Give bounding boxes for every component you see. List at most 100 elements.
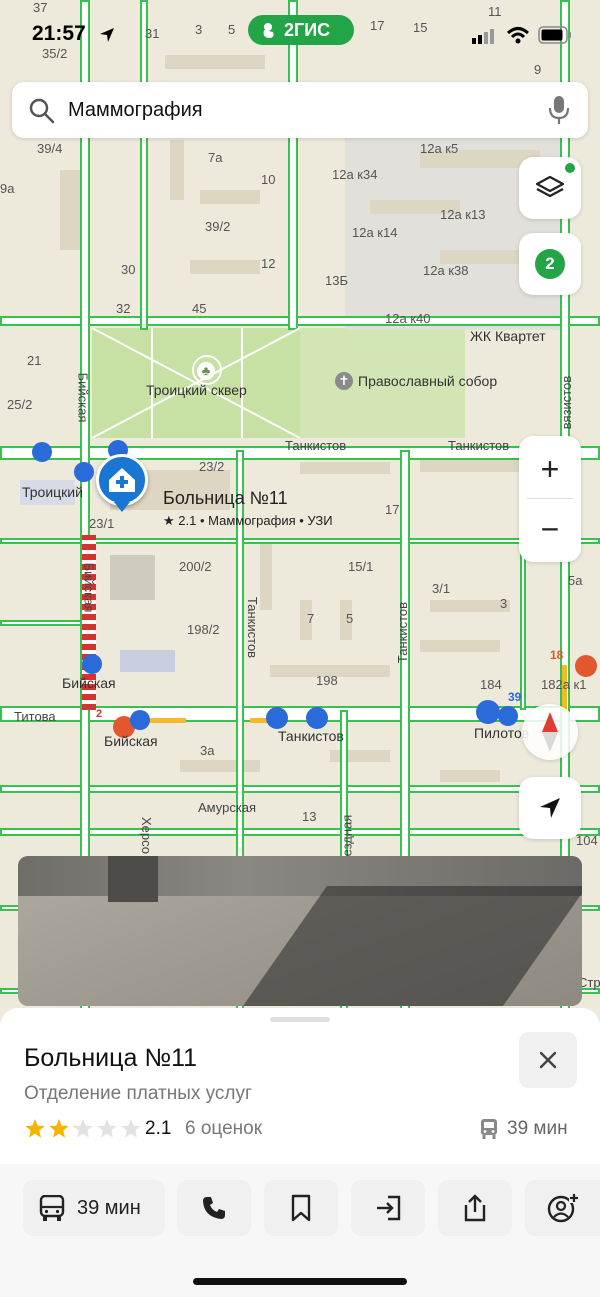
route-button-label: 39 мин bbox=[77, 1197, 141, 1219]
house-number: 13 bbox=[302, 809, 317, 824]
place-name-label[interactable]: Больница №11 bbox=[163, 488, 288, 509]
house-number: 7 bbox=[307, 611, 315, 626]
house-number: 5а bbox=[568, 573, 583, 588]
bus-stop-icon[interactable] bbox=[498, 706, 518, 726]
house-number: 12а к40 bbox=[385, 311, 431, 326]
phone-icon bbox=[203, 1197, 225, 1219]
place-subtitle: Отделение платных услуг bbox=[24, 1083, 252, 1104]
bus-stop-icon[interactable] bbox=[476, 700, 500, 724]
stop-label: Бийская bbox=[62, 675, 116, 691]
zoom-out-button[interactable]: − bbox=[519, 502, 581, 556]
microphone-icon[interactable] bbox=[548, 95, 570, 125]
compass-button[interactable] bbox=[522, 704, 578, 760]
my-location-button[interactable] bbox=[519, 777, 581, 839]
bus-stop-icon[interactable] bbox=[74, 462, 94, 482]
house-number: 12а к5 bbox=[420, 141, 459, 156]
photo-shadow bbox=[228, 886, 582, 1006]
bus-stop-icon[interactable] bbox=[32, 442, 52, 462]
street-label: Танкистов bbox=[245, 596, 261, 659]
building bbox=[110, 555, 155, 600]
bookmark-button[interactable] bbox=[264, 1180, 338, 1236]
building bbox=[190, 260, 260, 274]
status-bar: 21:57 2ГИС bbox=[0, 0, 600, 60]
wifi-icon bbox=[506, 27, 530, 44]
road bbox=[0, 785, 600, 793]
cellular-signal-icon bbox=[472, 29, 494, 44]
park-icon: ♣ bbox=[197, 362, 215, 380]
stop-label: Пилотов bbox=[474, 725, 530, 741]
route-badge: 18 bbox=[550, 648, 564, 662]
house-number: 12а к14 bbox=[352, 225, 398, 240]
street-label: Титова bbox=[14, 709, 56, 724]
add-contact-button[interactable] bbox=[525, 1180, 600, 1236]
house-number: 32 bbox=[116, 301, 131, 316]
place-card[interactable]: Больница №11 Отделение платных услуг 2.1… bbox=[0, 1008, 600, 1297]
street-label: Танкистов bbox=[448, 438, 510, 453]
rating-stars-graphic bbox=[25, 1119, 141, 1138]
search-bar[interactable]: Маммография bbox=[12, 82, 588, 138]
house-number: 10 bbox=[261, 172, 276, 187]
battery-icon bbox=[538, 26, 571, 44]
stop-label: Бийская bbox=[104, 733, 158, 749]
street-label: вязистов bbox=[559, 375, 575, 430]
rating-stars bbox=[24, 1118, 141, 1140]
bus-stop-icon[interactable] bbox=[130, 710, 150, 730]
building bbox=[170, 140, 184, 200]
cathedral-icon: ✝ bbox=[335, 372, 353, 390]
building bbox=[430, 600, 510, 612]
house-number: 5 bbox=[346, 611, 354, 626]
close-icon bbox=[539, 1051, 557, 1069]
bus-stop-icon[interactable] bbox=[266, 707, 288, 729]
route-badge: 39 bbox=[508, 690, 522, 704]
bookmark-icon bbox=[291, 1194, 311, 1222]
building bbox=[120, 650, 175, 672]
hospital-pin[interactable] bbox=[96, 454, 148, 506]
search-input[interactable]: Маммография bbox=[68, 99, 203, 122]
close-button[interactable] bbox=[519, 1032, 577, 1088]
building bbox=[180, 760, 260, 772]
reviews-count[interactable]: 6 оценок bbox=[185, 1118, 262, 1140]
entrance-button[interactable] bbox=[351, 1180, 425, 1236]
filters-count-badge: 2 bbox=[535, 249, 565, 279]
building bbox=[200, 190, 260, 204]
share-icon bbox=[464, 1194, 486, 1222]
layers-button[interactable] bbox=[519, 157, 581, 219]
bus-stop-icon[interactable] bbox=[82, 654, 102, 674]
house-number: 12а к34 bbox=[332, 167, 378, 182]
road bbox=[0, 828, 600, 836]
house-number: 198 bbox=[316, 673, 338, 688]
place-photo[interactable] bbox=[18, 856, 582, 1006]
share-button[interactable] bbox=[438, 1180, 512, 1236]
park-label: Троицкий сквер bbox=[146, 382, 247, 398]
add-person-icon bbox=[547, 1193, 579, 1223]
stop-label: Троицкий bbox=[22, 484, 83, 500]
street-label: Бийская bbox=[75, 372, 91, 423]
search-icon bbox=[29, 98, 55, 124]
route-button[interactable]: 39 мин bbox=[23, 1180, 165, 1236]
street-label: ездная bbox=[339, 814, 355, 857]
street-label: Херсо bbox=[139, 816, 155, 855]
house-number: 7а bbox=[208, 150, 223, 165]
photo-pillar bbox=[108, 856, 158, 902]
street-label: Бийская bbox=[81, 562, 97, 613]
clock: 21:57 bbox=[32, 22, 86, 45]
house-number: 198/2 bbox=[187, 622, 220, 637]
transit-time: 39 мин bbox=[507, 1118, 568, 1139]
sheet-grabber[interactable] bbox=[270, 1017, 330, 1022]
tram-stop-icon[interactable] bbox=[575, 655, 597, 677]
filters-button[interactable]: 2 bbox=[519, 233, 581, 295]
house-number: 23/1 bbox=[89, 516, 115, 531]
house-number: 39/2 bbox=[205, 219, 231, 234]
bus-icon bbox=[39, 1195, 65, 1221]
hospital-pin-tail bbox=[114, 502, 130, 512]
home-indicator[interactable] bbox=[193, 1278, 407, 1285]
building bbox=[300, 462, 390, 474]
house-number: 182а к1 bbox=[541, 677, 587, 692]
bus-stop-icon[interactable] bbox=[306, 707, 328, 729]
zoom-in-button[interactable]: + bbox=[519, 442, 581, 496]
rating-value: 2.1 bbox=[145, 1118, 172, 1139]
house-number: 39/4 bbox=[37, 141, 63, 156]
call-button[interactable] bbox=[177, 1180, 251, 1236]
house-number: 17 bbox=[385, 502, 400, 517]
house-number: 3/1 bbox=[432, 581, 451, 596]
